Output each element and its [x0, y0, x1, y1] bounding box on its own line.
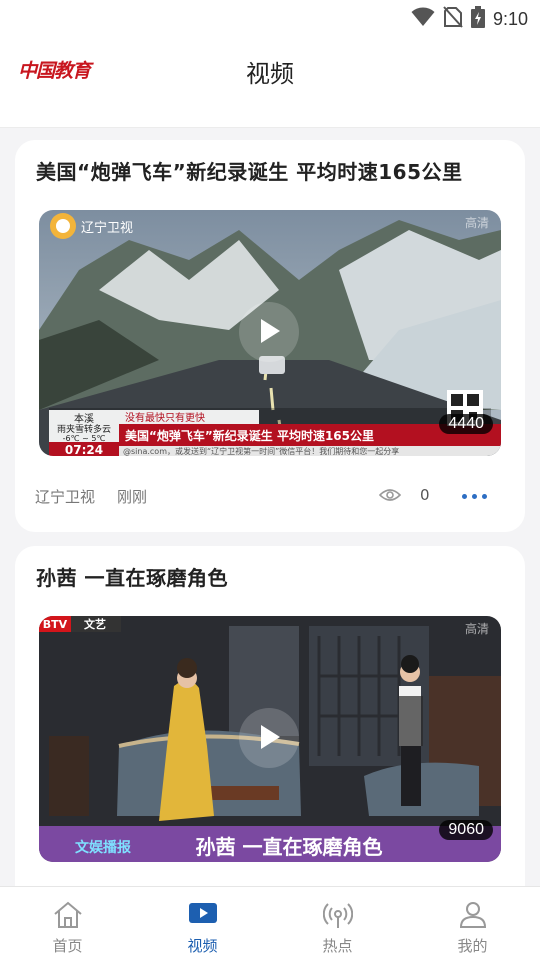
channel-logo-text: 辽宁卫视 [81, 220, 133, 236]
program-logo-text: 文娱播报 [75, 839, 131, 856]
user-icon [458, 901, 488, 933]
lower-third-text: 美国“炮弹飞车”新纪录诞生 平均时速165公里 [125, 428, 374, 443]
video-feed[interactable]: 美国“炮弹飞车”新纪录诞生 平均时速165公里 辽宁卫视 本溪 雨夹雪转多云 -… [0, 128, 540, 886]
no-sim-icon [443, 6, 463, 32]
video-card[interactable]: 孙茜 一直在琢磨角色 BTV 文艺 文娱播报 孙茜 一直在琢磨角色 高清 906… [15, 546, 525, 886]
video-card[interactable]: 美国“炮弹飞车”新纪录诞生 平均时速165公里 辽宁卫视 本溪 雨夹雪转多云 -… [15, 140, 525, 532]
more-options-icon[interactable] [462, 494, 487, 499]
play-count-badge: 4440 [439, 414, 493, 434]
status-bar: 9:10 [0, 0, 540, 36]
broadcast-clock: 07:24 [65, 443, 103, 456]
hd-badge: 高清 [464, 216, 489, 230]
nav-label: 首页 [52, 937, 83, 955]
weather-city: 本溪 [74, 412, 94, 425]
nav-item-me[interactable]: 我的 [405, 887, 540, 960]
play-button[interactable] [239, 708, 299, 768]
video-title[interactable]: 美国“炮弹飞车”新纪录诞生 平均时速165公里 [36, 156, 463, 185]
play-icon [261, 725, 280, 749]
hd-badge: 高清 [464, 622, 489, 636]
view-count: 0 [420, 486, 430, 504]
bottom-nav: 首页 视频 热点 我的 [0, 886, 540, 960]
play-button[interactable] [239, 302, 299, 362]
lower-third-text: 孙茜 一直在琢磨角色 [196, 835, 383, 859]
status-time: 9:10 [492, 8, 528, 29]
crawl-text: @sina.com，或发送到“辽宁卫视第一时间”微信平台！我们期待和您一起分享 [123, 446, 399, 456]
channel-sub-text: 文艺 [84, 617, 106, 631]
video-time: 刚刚 [117, 488, 148, 506]
video-thumbnail[interactable]: BTV 文艺 文娱播报 孙茜 一直在琢磨角色 高清 9060 [39, 616, 501, 862]
play-icon [261, 319, 280, 343]
weather-temp: -6℃ ~ 5℃ [63, 434, 106, 443]
play-count-badge: 9060 [439, 820, 493, 840]
nav-item-home[interactable]: 首页 [0, 887, 135, 960]
eye-icon [378, 488, 402, 506]
video-play-icon [188, 901, 218, 929]
nav-item-hot[interactable]: 热点 [270, 887, 405, 960]
video-thumbnail[interactable]: 辽宁卫视 本溪 雨夹雪转多云 -6℃ ~ 5℃ 07:24 没有最快只有更快 美… [39, 210, 501, 456]
top-bar: 中国教育 视频 [0, 36, 540, 128]
nav-item-video[interactable]: 视频 [135, 887, 270, 960]
nav-label: 我的 [457, 937, 488, 955]
broadcast-icon [322, 901, 353, 933]
home-icon [53, 901, 83, 933]
wifi-icon [411, 7, 435, 31]
ticker-text: 没有最快只有更快 [125, 411, 205, 424]
status-icons: 9:10 [411, 6, 528, 32]
video-title[interactable]: 孙茜 一直在琢磨角色 [36, 562, 228, 591]
video-meta: 辽宁卫视 刚刚 0 [35, 486, 505, 510]
page-title: 视频 [246, 60, 294, 88]
battery-charging-icon [470, 6, 485, 32]
video-source[interactable]: 辽宁卫视 [35, 486, 95, 507]
channel-logo-text: BTV [43, 618, 68, 631]
nav-label: 视频 [187, 937, 218, 955]
nav-label: 热点 [322, 937, 353, 955]
